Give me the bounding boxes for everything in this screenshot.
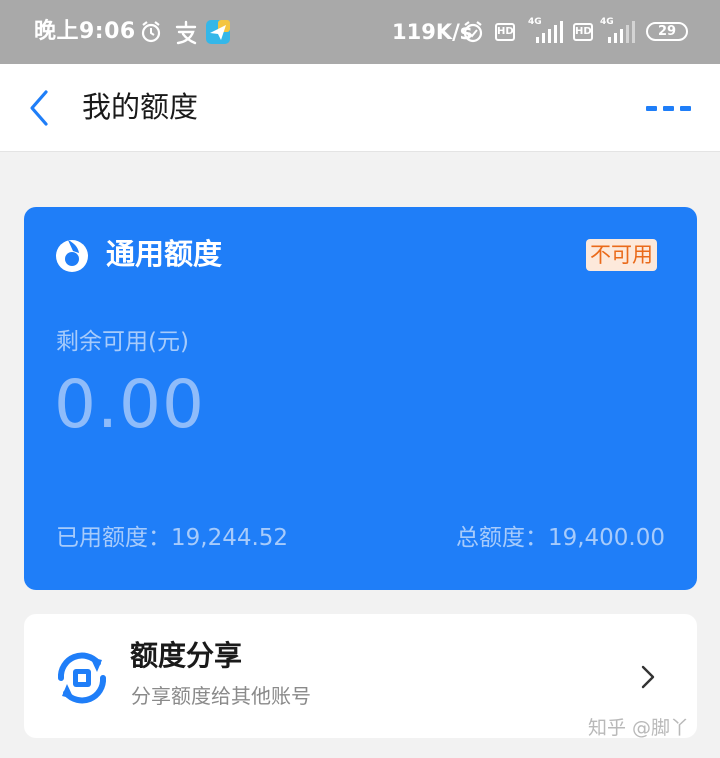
card-title: 通用额度	[106, 237, 223, 271]
signal-icon	[536, 21, 563, 43]
battery-icon: 29	[646, 22, 688, 41]
used-limit: 已用额度：19,244.52	[56, 521, 288, 555]
more-dots-icon[interactable]	[644, 98, 694, 118]
total-limit: 总额度：19,400.00	[456, 521, 665, 555]
nav-bar: 我的额度	[0, 64, 720, 152]
hd-icon: HD	[573, 23, 593, 41]
alarm-icon	[463, 21, 483, 43]
alipay-notification-icon	[175, 20, 197, 45]
remaining-label: 剩余可用(元)	[56, 329, 189, 355]
network-speed: 119K/s	[392, 20, 473, 44]
status-bar: 晚上9:06 119K/s HD 4G HD 4G 29	[0, 0, 720, 64]
remaining-value: 0.00	[54, 366, 205, 443]
share-subtitle: 分享额度给其他账号	[131, 684, 311, 708]
total-limit-value: 19,400.00	[547, 525, 665, 551]
watermark: 知乎 @脚丫	[588, 717, 690, 739]
status-badge: 不可用	[586, 239, 657, 271]
hd-icon: HD	[495, 23, 515, 41]
back-button[interactable]	[26, 88, 54, 128]
paper-plane-app-icon	[206, 20, 230, 44]
huabei-logo-icon	[56, 240, 88, 272]
used-limit-value: 19,244.52	[171, 525, 289, 551]
signal-icon	[608, 21, 635, 43]
status-time: 晚上9:06	[34, 19, 136, 44]
chevron-right-icon	[641, 665, 655, 689]
share-title: 额度分享	[130, 639, 243, 672]
share-exchange-icon	[57, 652, 107, 704]
page-title: 我的额度	[82, 90, 199, 124]
credit-limit-card: 通用额度 不可用 剩余可用(元) 0.00 已用额度：19,244.52 总额度…	[24, 207, 697, 590]
used-limit-label: 已用额度：	[56, 525, 171, 551]
total-limit-label: 总额度：	[455, 525, 548, 551]
alarm-icon	[141, 21, 161, 43]
